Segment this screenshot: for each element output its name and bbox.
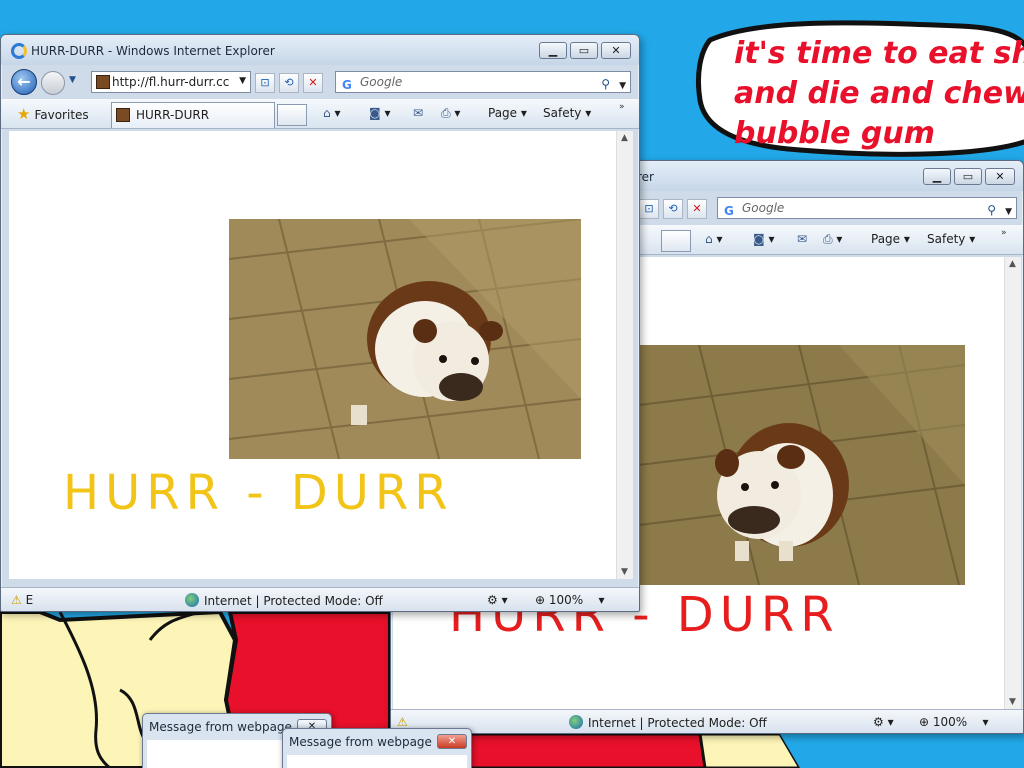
mail-icon: ✉ [413,106,424,120]
window-title: HURR-DURR - Windows Internet Explorer [31,44,275,58]
search-icon[interactable]: ⚲ [987,200,996,220]
refresh-icon[interactable]: ⟲ [279,73,299,93]
site-favicon [96,75,110,89]
ie-logo-icon [11,43,27,59]
tab-hurr-durr[interactable]: HURR-DURR [111,102,275,128]
command-bar: ★ Favorites HURR-DURR ⌂ ▾ ◙ ▾ ✉ ⎙ ▾ Page … [1,99,639,129]
new-tab-button[interactable] [277,104,307,126]
close-button[interactable]: ✕ [985,168,1015,185]
mail-button[interactable]: ✉ [413,106,423,120]
address-bar[interactable]: http://fl.hurr-durr.cc ▼ [91,71,251,93]
home-icon: ⌂ [705,232,713,246]
minimize-button[interactable]: ▁ [539,42,567,59]
dialog-title: Message from webpage [149,720,292,734]
status-bar: ⚠ Internet | Protected Mode: Off ⚙ ▾ ⊕ 1… [391,709,1023,733]
chevron-down-icon[interactable]: ▼ [1005,202,1012,222]
rss-icon: ◙ [753,232,765,246]
chevron-down-icon[interactable]: ▼ [619,76,626,96]
zoom-control[interactable]: ⊕ 100% ▾ [919,715,988,729]
scroll-down-icon[interactable]: ▼ [1009,697,1016,707]
more-commands-icon[interactable]: » [619,102,625,112]
page-menu[interactable]: Page ▾ [488,106,527,120]
globe-icon [185,593,199,607]
scroll-up-icon[interactable]: ▲ [1009,259,1016,269]
close-button[interactable]: ✕ [601,42,631,59]
printer-icon: ⎙ [823,232,833,246]
status-bar: ⚠ E Internet | Protected Mode: Off ⚙ ▾ ⊕… [1,587,639,611]
page-menu[interactable]: Page ▾ [871,232,910,246]
page-content: HURR - DURR ▲ ▼ [9,131,633,579]
mail-button[interactable]: ✉ [797,232,807,246]
compat-view-icon[interactable]: ⊡ [639,199,659,219]
star-icon: ★ [17,105,31,123]
dialog-title: Message from webpage [289,735,432,749]
protected-mode-icon[interactable]: ⚙ ▾ [487,593,508,607]
speech-bubble-text: it's time to eat shit and die and chew b… [734,36,1024,151]
back-button[interactable]: ← [11,69,37,95]
google-icon: G [342,78,352,92]
home-icon: ⌂ [323,106,331,120]
bulldog-photo [229,219,581,459]
print-button[interactable]: ⎙ ▾ [441,106,460,121]
refresh-icon[interactable]: ⟲ [663,199,683,219]
hurr-durr-banner: HURR - DURR [63,465,454,521]
site-favicon [116,108,130,122]
chevron-down-icon[interactable]: ▼ [239,76,246,86]
feeds-button[interactable]: ◙ ▾ [753,232,775,246]
maximize-button[interactable]: ▭ [954,168,982,185]
search-icon[interactable]: ⚲ [601,74,610,94]
stop-icon[interactable]: ✕ [303,73,323,93]
globe-icon [569,715,583,729]
message-dialog-front[interactable]: Message from webpage ✕ [282,728,472,768]
ie-window-front[interactable]: HURR-DURR - Windows Internet Explorer ▁ … [0,34,640,612]
warning-icon[interactable]: ⚠ [397,715,408,729]
stop-icon[interactable]: ✕ [687,199,707,219]
dialog-body [287,755,467,768]
safety-menu[interactable]: Safety ▾ [543,106,591,120]
rss-icon: ◙ [369,106,381,120]
search-placeholder: Google [360,75,403,89]
compat-view-icon[interactable]: ⊡ [255,73,275,93]
titlebar[interactable]: HURR-DURR - Windows Internet Explorer ▁ … [1,35,639,65]
feeds-button[interactable]: ◙ ▾ [369,106,391,120]
history-dropdown-icon[interactable]: ▼ [69,75,76,85]
search-input[interactable]: G Google ⚲ ▼ [717,197,1017,219]
warning-icon: ⚠ [11,593,22,607]
protected-mode-icon[interactable]: ⚙ ▾ [873,715,894,729]
home-button[interactable]: ⌂ ▾ [705,232,722,246]
search-placeholder: Google [742,201,785,215]
bulldog-photo [639,345,965,585]
address-text: http://fl.hurr-durr.cc [112,75,230,89]
dialog-close-button[interactable]: ✕ [437,734,467,749]
scroll-down-icon[interactable]: ▼ [621,567,628,577]
scroll-up-icon[interactable]: ▲ [621,133,628,143]
zone-status[interactable]: Internet | Protected Mode: Off [185,593,383,608]
forward-button[interactable] [41,71,65,95]
status-left[interactable]: ⚠ E [11,593,33,607]
google-icon: G [724,204,734,218]
address-row: ← ▼ http://fl.hurr-durr.cc ▼ ⊡ ⟲ ✕ G Goo… [1,67,639,97]
more-commands-icon[interactable]: » [1001,228,1007,238]
safety-menu[interactable]: Safety ▾ [927,232,975,246]
home-button[interactable]: ⌂ ▾ [323,106,340,120]
new-tab-button[interactable] [661,230,691,252]
search-input[interactable]: G Google ⚲ ▼ [335,71,631,93]
print-button[interactable]: ⎙ ▾ [823,232,842,247]
zoom-control[interactable]: ⊕ 100% ▾ [535,593,604,607]
printer-icon: ⎙ [441,106,451,120]
vertical-scrollbar[interactable]: ▲ ▼ [1004,257,1021,709]
minimize-button[interactable]: ▁ [923,168,951,185]
mail-icon: ✉ [797,232,808,246]
favorites-button[interactable]: ★ Favorites [17,105,89,123]
zone-status[interactable]: Internet | Protected Mode: Off [569,715,767,730]
maximize-button[interactable]: ▭ [570,42,598,59]
vertical-scrollbar[interactable]: ▲ ▼ [616,131,633,579]
